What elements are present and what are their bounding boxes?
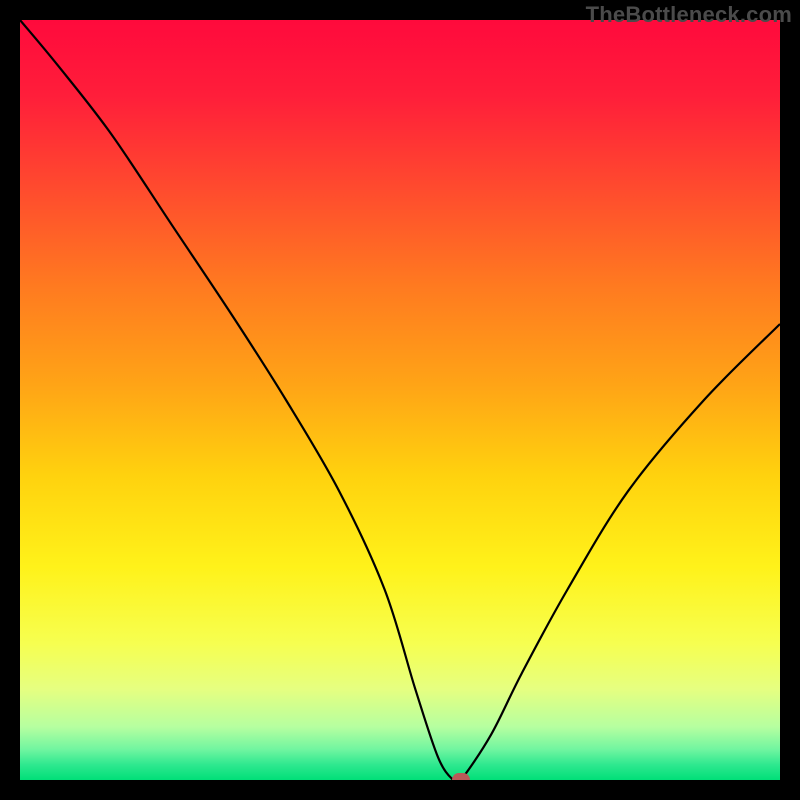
optimal-point-marker	[452, 773, 470, 780]
chart-frame: TheBottleneck.com	[0, 0, 800, 800]
bottleneck-curve-svg	[20, 20, 780, 780]
bottleneck-curve-path	[20, 20, 780, 780]
plot-area	[20, 20, 780, 780]
watermark-text: TheBottleneck.com	[586, 2, 792, 28]
